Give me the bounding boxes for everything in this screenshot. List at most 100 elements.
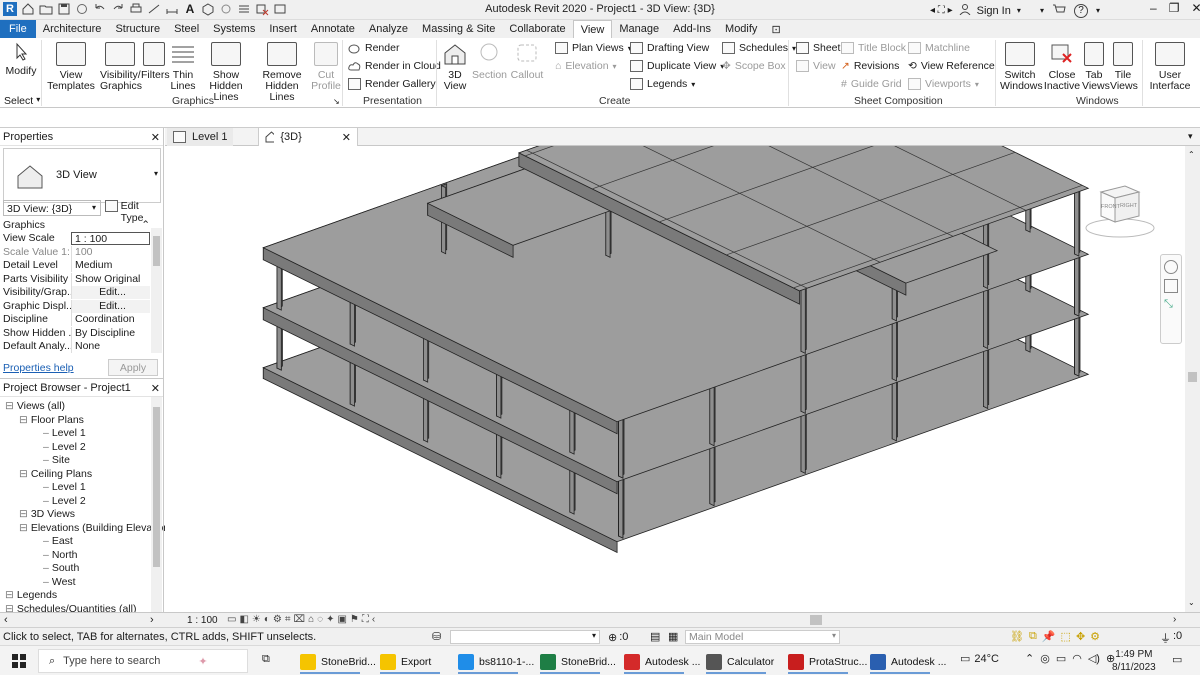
help-icon[interactable]: ? [1074, 3, 1089, 18]
tree-toggle-icon[interactable]: ⊟ [5, 589, 14, 601]
property-value[interactable]: Show Original [71, 272, 150, 286]
tree-toggle-icon[interactable]: ⊟ [19, 414, 28, 426]
tab-modify[interactable]: Modify [718, 20, 764, 38]
task-view-icon[interactable]: ⧉ [262, 653, 270, 666]
tray-chevron-icon[interactable]: ⌃ [1025, 652, 1034, 665]
select-underlay-icon[interactable]: ⧉ [1029, 630, 1037, 643]
property-row[interactable]: Show Hidden ... By Discipline [3, 326, 150, 340]
property-value[interactable]: Edit... [71, 299, 150, 313]
property-row[interactable]: View Scale 1 : 100 [3, 232, 150, 245]
meet-icon[interactable]: ◎ [1040, 652, 1050, 665]
user-interface-button[interactable]: User Interface [1148, 42, 1192, 92]
viewcube[interactable]: FRONT RIGHT [1083, 178, 1157, 240]
graphics-section-header[interactable]: Graphics ⌃ [3, 219, 150, 231]
temp-view-props-icon[interactable]: ▣ [337, 614, 346, 625]
browser-item[interactable]: ⊟ 3D Views [19, 508, 75, 520]
browser-item[interactable]: ⊟ Floor Plans [19, 414, 84, 426]
main-model-dropdown[interactable]: Main Model ▾ [685, 630, 840, 644]
instance-filter[interactable]: 3D View: {3D} ▾ [3, 200, 101, 216]
visibility-graphics-button[interactable]: Visibility/ Graphics [100, 42, 142, 92]
workset-dropdown[interactable]: ▾ [450, 630, 600, 644]
property-value[interactable]: Medium [71, 259, 150, 272]
sun-path-icon[interactable]: ☀ [252, 614, 261, 625]
copilot-sparkle-icon[interactable]: ✦ [198, 655, 207, 668]
select-pinned-icon[interactable]: 📌 [1042, 630, 1056, 643]
close-inactive-button[interactable]: Close Inactive [1043, 42, 1081, 92]
scope-box-button[interactable]: ✥ Scope Box [722, 60, 786, 72]
detail-level-icon[interactable]: ▭ [227, 614, 236, 625]
browser-item[interactable]: – Level 1 [43, 481, 86, 493]
tree-toggle-icon[interactable]: ⊟ [19, 508, 28, 520]
ribbon-minimize-icon[interactable]: ⊡ [764, 20, 787, 38]
taskbar-search-box[interactable]: ⌕ Type here to search ✦ [38, 649, 248, 673]
drafting-view-button[interactable]: Drafting View [630, 42, 709, 54]
view-templates-button[interactable]: View Templates [46, 42, 96, 92]
apply-button[interactable]: Apply [108, 359, 158, 376]
title-block-button[interactable]: Title Block [841, 42, 906, 54]
zoom-icon[interactable] [1164, 279, 1178, 293]
tree-toggle-icon[interactable]: ⊟ [5, 400, 14, 412]
user-icon[interactable] [959, 3, 971, 18]
tab-add-ins[interactable]: Add-Ins [666, 20, 718, 38]
property-value[interactable]: 100 [71, 245, 150, 259]
tab-massing-site[interactable]: Massing & Site [415, 20, 502, 38]
tab-file[interactable]: File [0, 20, 36, 38]
tab-annotate[interactable]: Annotate [304, 20, 362, 38]
scroll-right-icon[interactable]: › [1173, 614, 1176, 625]
column[interactable] [800, 410, 806, 474]
render-button[interactable]: Render [348, 42, 399, 54]
property-row[interactable]: Parts Visibility Show Original [3, 272, 150, 286]
schedules-button[interactable]: Schedules ▾ [722, 42, 796, 54]
revisions-button[interactable]: ↗ Revisions [841, 60, 899, 72]
view-place-button[interactable]: View [796, 60, 836, 72]
taskbar-app[interactable]: Calculator [706, 651, 774, 673]
browser-item[interactable]: ⊟ Ceiling Plans [19, 468, 92, 480]
crop-view-icon[interactable]: ⌗ [285, 614, 291, 625]
column[interactable] [983, 285, 989, 350]
render-gallery-button[interactable]: Render Gallery [348, 78, 436, 90]
editable-only-indicator[interactable]: ⊕:0 [608, 631, 628, 644]
property-row[interactable]: Default Analy... None [3, 340, 150, 353]
column[interactable] [709, 382, 715, 447]
view-reference-button[interactable]: ⟲ View Reference [908, 60, 995, 72]
duplicate-view-button[interactable]: Duplicate View ▾ [630, 60, 724, 72]
cut-profile-button[interactable]: Cut Profile [311, 42, 341, 92]
show-hidden-lines-button[interactable]: Show Hidden Lines [199, 42, 253, 103]
column[interactable] [1074, 253, 1080, 317]
elevation-button[interactable]: ⌂ Elevation ▾ [555, 60, 617, 72]
property-value[interactable]: Coordination [71, 313, 150, 326]
taskbar-app[interactable]: StoneBrid... [300, 651, 376, 673]
steering-wheel-icon[interactable] [1164, 260, 1178, 274]
scroll-up-icon[interactable]: ⌃ [1188, 150, 1195, 159]
column[interactable] [618, 475, 624, 539]
lock-view-icon[interactable]: ⌂ [308, 614, 314, 625]
thin-lines-button[interactable]: Thin Lines [168, 42, 198, 92]
tab-structure[interactable]: Structure [108, 20, 167, 38]
properties-scrollbar[interactable] [151, 228, 162, 353]
windows-start-icon[interactable] [12, 654, 26, 668]
browser-close-icon[interactable]: ✕ [151, 382, 160, 395]
vertical-scroll-thumb[interactable] [1188, 372, 1197, 382]
tab-view[interactable]: View [572, 20, 613, 38]
tab-collaborate[interactable]: Collaborate [502, 20, 572, 38]
column[interactable] [1074, 313, 1080, 377]
render-dialog-icon[interactable]: ⚙ [273, 614, 282, 625]
column[interactable] [1074, 187, 1080, 257]
battery-icon[interactable]: ▭ [1056, 652, 1066, 665]
column[interactable] [891, 318, 897, 382]
column[interactable] [891, 378, 897, 442]
property-value[interactable]: By Discipline [71, 326, 150, 340]
background-process-icon[interactable]: ⚙ [1090, 630, 1100, 643]
volume-icon[interactable]: ◁) [1088, 652, 1100, 665]
scroll-left-icon[interactable]: ‹ [372, 614, 375, 625]
tab-steel[interactable]: Steel [167, 20, 206, 38]
select-links-icon[interactable]: ⛓ [1010, 630, 1024, 643]
tree-toggle-icon[interactable]: ⊟ [19, 468, 28, 480]
tab-manage[interactable]: Manage [612, 20, 666, 38]
constraints-icon[interactable]: ⛶ [362, 614, 369, 625]
viewports-button[interactable]: Viewports ▾ [908, 78, 979, 90]
browser-item[interactable]: ⊟ Legends [5, 589, 57, 601]
property-value[interactable]: None [71, 340, 150, 353]
restore-icon[interactable]: ❐ [1169, 1, 1180, 15]
property-value[interactable]: 1 : 100 [71, 232, 150, 245]
